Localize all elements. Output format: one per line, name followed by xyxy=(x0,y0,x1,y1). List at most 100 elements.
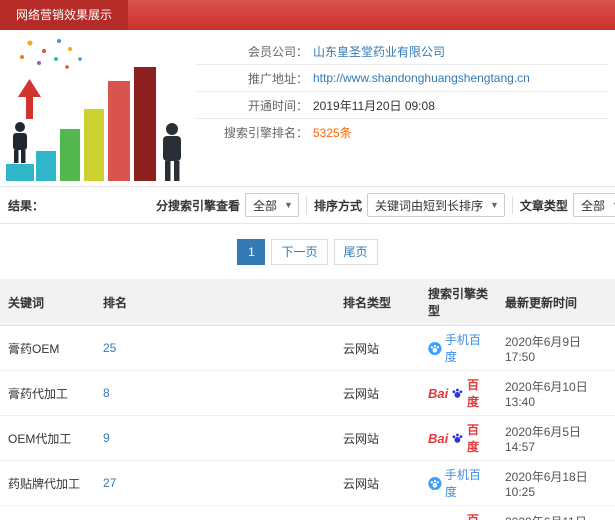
engine-cell: Bai 百度 xyxy=(420,415,497,461)
top-section: 会员公司： 山东皇圣堂药业有限公司 推广地址： http://www.shand… xyxy=(0,30,615,186)
rank-link[interactable]: 25 xyxy=(103,341,116,355)
header-rank-type: 排名类型 xyxy=(335,279,420,326)
updated-cell: 2020年6月10日 13:40 xyxy=(497,370,615,416)
chevron-down-icon: ▼ xyxy=(284,200,293,210)
promo-url-link[interactable]: http://www.shandonghuangshengtang.cn xyxy=(313,71,530,85)
baidu-wordmark: Bai xyxy=(428,430,449,446)
keyword-cell: 膏药OEM xyxy=(0,325,95,371)
rank-cell: 27 xyxy=(95,460,335,506)
ranking-count-label: 搜索引擎排名： xyxy=(223,126,308,140)
article-type-filter-label: 文章类型 xyxy=(519,198,568,213)
chevron-down-icon: ▼ xyxy=(490,200,499,210)
engine-label: 手机百度 xyxy=(444,333,481,364)
top-bar: 网络营销效果展示 xyxy=(0,0,615,30)
rank-type-cell: 云网站 xyxy=(335,505,420,520)
engine-cell: 手机百度 xyxy=(420,460,497,506)
table-row: 膏药代加工 8 云网站 Bai 百度 2020年6月10日 13:40 xyxy=(0,370,615,416)
rank-cell: 25 xyxy=(95,325,335,371)
baidu-cn-label: 百度 xyxy=(467,378,480,409)
filter-divider xyxy=(511,196,513,214)
results-table: 关键词 排名 排名类型 搜索引擎类型 最新更新时间 膏药OEM 25 云网站 手… xyxy=(0,279,615,520)
baidu-cn-label: 百度 xyxy=(467,423,480,454)
table-row: OEM代加工 9 云网站 Bai 百度 2020年6月5日 14:57 xyxy=(0,415,615,461)
company-label: 会员公司： xyxy=(247,44,308,59)
sort-select-value: 关键词由短到长排序 xyxy=(374,198,483,213)
mobile-baidu-icon xyxy=(428,341,442,355)
pagination: 1 下一页 尾页 xyxy=(0,239,615,265)
rank-cell: 1 xyxy=(95,505,335,520)
updated-cell: 2020年6月9日 17:50 xyxy=(497,325,615,371)
table-header-row: 关键词 排名 排名类型 搜索引擎类型 最新更新时间 xyxy=(0,279,615,326)
engine-select-value: 全部 xyxy=(253,198,278,213)
filter-bar: 结果： 分搜索引擎查看 全部 ▼ 排序方式 关键词由短到长排序 ▼ 文章类型 全… xyxy=(0,186,615,224)
table-row: 药贴牌代加工 27 云网站 手机百度 2020年6月18日 10:25 xyxy=(0,460,615,506)
updated-cell: 2020年6月18日 10:25 xyxy=(497,460,615,506)
sort-filter-group: 排序方式 关键词由短到长排序 ▼ xyxy=(314,193,505,217)
illustration-container xyxy=(0,30,196,186)
keyword-cell: 药贴牌代加工 xyxy=(0,460,95,506)
updated-cell: 2020年6月5日 14:57 xyxy=(497,415,615,461)
result-label: 结果： xyxy=(8,198,45,213)
engine-select[interactable]: 全部 ▼ xyxy=(245,193,299,217)
article-type-select-value: 全部 xyxy=(580,198,605,213)
keyword-cell: 膏药代加工 xyxy=(0,370,95,416)
updated-cell: 2020年6月11日 11:18 xyxy=(497,505,615,520)
rank-cell: 8 xyxy=(95,370,335,416)
baidu-wordmark: Bai xyxy=(428,385,449,401)
app-title-tab: 网络营销效果展示 xyxy=(0,0,129,30)
header-rank: 排名 xyxy=(95,279,335,326)
engine-mobile-baidu: 手机百度 xyxy=(428,466,489,500)
company-link[interactable]: 山东皇圣堂药业有限公司 xyxy=(313,43,445,60)
baidu-paw-icon xyxy=(452,388,463,398)
growth-chart-illustration xyxy=(6,39,181,181)
article-type-select[interactable]: 全部 ▼ xyxy=(572,193,615,217)
header-engine-type: 搜索引擎类型 xyxy=(420,279,497,326)
rank-cell: 9 xyxy=(95,415,335,461)
rank-link[interactable]: 8 xyxy=(103,386,110,400)
header-updated: 最新更新时间 xyxy=(497,279,615,326)
engine-baidu: Bai 百度 xyxy=(428,421,489,455)
baidu-cn-label: 百度 xyxy=(467,513,480,520)
engine-cell: Bai 百度 xyxy=(420,370,497,416)
article-type-filter-group: 文章类型 全部 ▼ xyxy=(520,193,615,217)
filter-divider xyxy=(305,196,307,214)
info-row-company: 会员公司： 山东皇圣堂药业有限公司 xyxy=(196,38,609,65)
header-keyword: 关键词 xyxy=(0,279,95,326)
up-arrow-icon xyxy=(18,79,41,119)
person-right-figure xyxy=(163,123,181,181)
sort-filter-label: 排序方式 xyxy=(313,198,362,213)
engine-cell: Bai 百度 xyxy=(420,505,497,520)
open-time-label: 开通时间： xyxy=(247,98,308,113)
page-next-button[interactable]: 下一页 xyxy=(271,239,328,265)
sort-select[interactable]: 关键词由短到长排序 ▼ xyxy=(366,193,505,217)
rank-link[interactable]: 9 xyxy=(103,431,110,445)
engine-filter-label: 分搜索引擎查看 xyxy=(156,198,241,213)
info-row-open-time: 开通时间： 2019年11月20日 09:08 xyxy=(196,92,609,119)
engine-filter-group: 分搜索引擎查看 全部 ▼ xyxy=(156,193,299,217)
bars xyxy=(36,67,156,181)
person-left-figure xyxy=(6,122,34,181)
table-row: 北京膏药贴牌 1 云网站 Bai 百度 2020年6月11日 11:18 xyxy=(0,505,615,520)
member-info-panel: 会员公司： 山东皇圣堂药业有限公司 推广地址： http://www.shand… xyxy=(196,30,615,186)
engine-baidu: Bai 百度 xyxy=(428,376,489,410)
info-row-ranking-count: 搜索引擎排名： 5325条 xyxy=(196,119,609,146)
promo-url-label: 推广地址： xyxy=(247,71,308,86)
rank-type-cell: 云网站 xyxy=(335,370,420,416)
engine-mobile-baidu: 手机百度 xyxy=(428,331,489,365)
mobile-baidu-icon xyxy=(428,476,442,490)
engine-cell: 手机百度 xyxy=(420,325,497,371)
info-row-url: 推广地址： http://www.shandonghuangshengtang.… xyxy=(196,65,609,92)
keyword-cell: 北京膏药贴牌 xyxy=(0,505,95,520)
page-last-button[interactable]: 尾页 xyxy=(333,239,378,265)
rank-type-cell: 云网站 xyxy=(335,325,420,371)
keyword-cell: OEM代加工 xyxy=(0,415,95,461)
baidu-paw-icon xyxy=(452,433,463,443)
confetti-dots xyxy=(20,39,82,69)
rank-type-cell: 云网站 xyxy=(335,460,420,506)
engine-label: 手机百度 xyxy=(444,468,481,499)
open-time-value: 2019年11月20日 09:08 xyxy=(313,98,435,113)
rank-link[interactable]: 27 xyxy=(103,476,116,490)
table-row: 膏药OEM 25 云网站 手机百度 2020年6月9日 17:50 xyxy=(0,325,615,371)
engine-baidu: Bai 百度 xyxy=(428,511,489,520)
page-current[interactable]: 1 xyxy=(237,239,266,265)
